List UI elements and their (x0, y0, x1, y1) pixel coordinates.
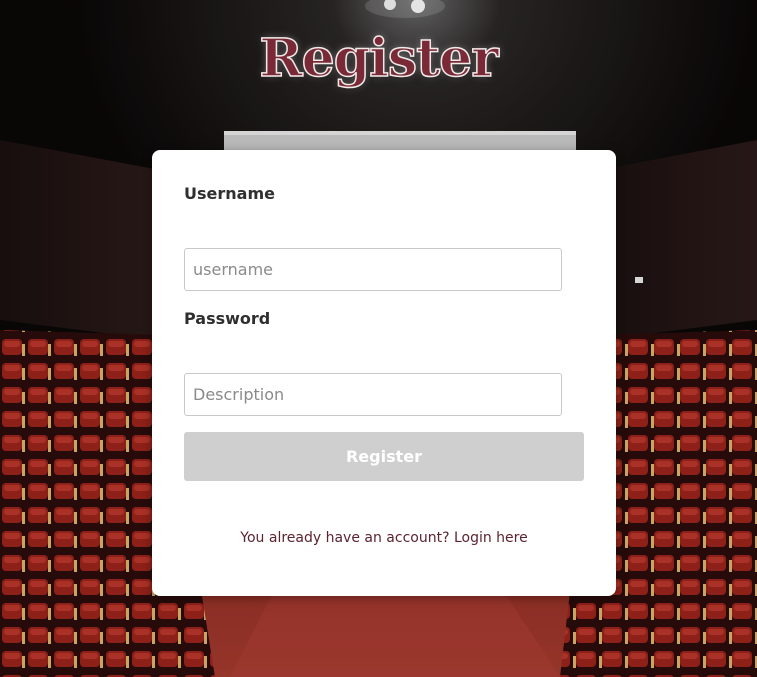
page-title: Register (259, 27, 500, 90)
password-input[interactable] (184, 373, 562, 416)
username-label: Username (184, 184, 275, 203)
login-link[interactable]: You already have an account? Login here (152, 530, 616, 546)
register-page: Register Username Password Register You … (0, 0, 757, 677)
register-button[interactable]: Register (184, 432, 584, 481)
register-card: Username Password Register You already h… (152, 150, 616, 596)
password-label: Password (184, 309, 271, 328)
username-input[interactable] (184, 248, 562, 291)
